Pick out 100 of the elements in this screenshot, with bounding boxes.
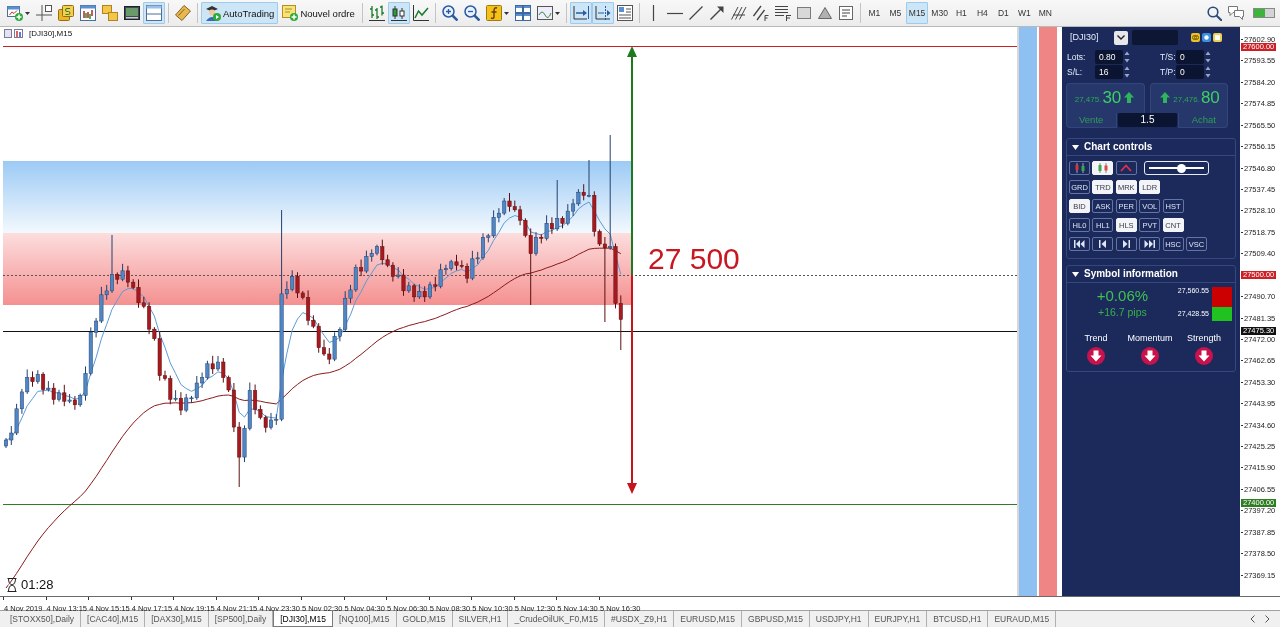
chart-tab[interactable]: GOLD,M15 <box>396 611 453 627</box>
person-icon <box>205 5 221 21</box>
peak-line-icon <box>1120 164 1133 172</box>
toolbar-button[interactable]: D1 <box>992 2 1014 24</box>
toolbar-button[interactable]: M1 <box>863 2 885 24</box>
chart-tab[interactable]: _CrudeOilUK_F0,M15 <box>508 611 606 627</box>
falling-candle <box>72 395 77 411</box>
scroll-left-icon[interactable] <box>1250 615 1255 623</box>
pitchfork-icon <box>730 6 747 20</box>
field-label: T/P: <box>1159 67 1176 77</box>
chart-tab[interactable]: GBPUSD,M15 <box>742 611 810 627</box>
input-field[interactable] <box>1131 30 1178 45</box>
channel-icon <box>752 5 769 21</box>
chart-title: [DJI30],M15 <box>29 29 73 38</box>
candlestick-icon <box>1096 163 1109 173</box>
zoom-slider[interactable] <box>1144 161 1210 175</box>
toolbar-button[interactable]: Nouvel ordre <box>278 2 359 24</box>
control-button[interactable] <box>1115 237 1137 251</box>
rising-candle <box>35 369 40 385</box>
input-field[interactable]: 0.80 <box>1095 50 1123 64</box>
down-arrow-circle-icon <box>1141 347 1159 365</box>
rising-candle <box>428 281 432 300</box>
quote-button[interactable]: 27,476.80 <box>1150 83 1228 113</box>
square-tile-icon[interactable] <box>1213 33 1222 42</box>
chart-tab[interactable]: USDJPY,H1 <box>809 611 869 627</box>
signal-label: Strength <box>1187 333 1221 344</box>
chart-tab[interactable]: EURJPY,H1 <box>868 611 928 627</box>
toolbar-button[interactable]: MN <box>1034 2 1056 24</box>
field-label: Lots: <box>1066 52 1086 62</box>
toolbar-button[interactable]: M15 <box>905 2 929 24</box>
bars-icon <box>1073 163 1086 173</box>
rising-candle <box>46 380 51 393</box>
toolbar-button[interactable]: AutoTrading <box>201 2 279 24</box>
chart-tab[interactable]: [DAX30],M15 <box>145 611 209 627</box>
falling-candle <box>401 268 406 297</box>
toolbar-button[interactable]: H1 <box>950 2 972 24</box>
chart-tab[interactable]: #USDX_Z9,H1 <box>605 611 675 627</box>
input-field[interactable]: 0 <box>1176 65 1204 79</box>
falling-candle <box>51 382 56 406</box>
rising-candle <box>587 159 591 198</box>
volume-field[interactable]: 1.5 <box>1118 113 1177 127</box>
down-arrow-circle-icon <box>1195 347 1213 365</box>
chart-tab[interactable]: EURUSD,M15 <box>674 611 743 627</box>
quote-button[interactable]: 27,475.30 <box>1066 83 1145 113</box>
falling-candle <box>412 283 417 303</box>
control-button[interactable] <box>1139 237 1161 251</box>
tile-windows-icon <box>514 5 531 21</box>
caret-icon <box>503 11 509 15</box>
toolbar-button[interactable]: M30 <box>928 2 951 24</box>
chart-tab[interactable]: [NQ100],M15 <box>333 611 397 627</box>
falling-candle <box>115 271 120 285</box>
toolbar-button[interactable] <box>387 2 410 24</box>
chart-tab[interactable]: SILVER,H1 <box>452 611 509 627</box>
symbol-name: [DJI30] <box>1070 32 1099 43</box>
chart-tab[interactable]: [CAC40],M15 <box>81 611 146 627</box>
toolbar-button[interactable] <box>33 2 55 24</box>
rising-candle <box>417 283 422 300</box>
vertical-line-icon <box>651 5 655 21</box>
section-title[interactable]: Chart controls <box>1084 141 1153 153</box>
falling-candle <box>178 391 183 416</box>
chart-shift-icon <box>594 5 611 21</box>
slider-thumb[interactable] <box>1177 163 1187 173</box>
candlestick-icon <box>390 5 407 21</box>
falling-candle <box>41 371 46 396</box>
falling-candle <box>422 285 427 303</box>
disclosure-triangle-icon[interactable] <box>1072 144 1079 150</box>
dropdown-button[interactable] <box>1113 30 1128 45</box>
pips-change: +16.7 pips <box>1098 305 1147 319</box>
zoom-out-icon <box>463 5 480 21</box>
horizontal-line-icon <box>666 11 683 15</box>
window-icon <box>4 29 12 38</box>
toolbar-button[interactable]: H4 <box>971 2 993 24</box>
line-chart-icon <box>412 5 429 21</box>
note-plus-icon <box>282 5 299 21</box>
toolbar-button[interactable]: M5 <box>884 2 906 24</box>
step-back-icon <box>1099 240 1107 248</box>
field-label: T/S: <box>1159 52 1176 62</box>
skip-start-icon <box>1074 240 1085 248</box>
falling-candle <box>62 384 67 407</box>
rising-candle <box>534 231 538 257</box>
toolbar-button[interactable]: W1 <box>1013 2 1035 24</box>
chart-tab[interactable]: [STOXX50],Daily <box>4 611 82 627</box>
toolbar-button[interactable] <box>569 2 592 24</box>
falling-candle <box>539 233 544 244</box>
section-title[interactable]: Symbol information <box>1084 268 1178 280</box>
link-icon[interactable] <box>1191 33 1200 42</box>
new-chart-icon <box>7 5 23 21</box>
input-field[interactable]: 0 <box>1176 50 1204 64</box>
input-field[interactable]: 16 <box>1095 65 1123 79</box>
template-icon <box>536 5 553 21</box>
falling-candle <box>581 183 586 201</box>
disclosure-triangle-icon[interactable] <box>1072 271 1079 277</box>
chart-tab[interactable]: BTCUSD,H1 <box>927 611 989 627</box>
chart-tab[interactable]: [DJI30],M15 <box>273 611 333 627</box>
circle-tile-icon[interactable] <box>1202 33 1211 42</box>
control-button[interactable] <box>1092 237 1114 251</box>
chart-tab[interactable]: EURAUD,M15 <box>988 611 1057 627</box>
rising-candle <box>120 263 125 282</box>
control-button[interactable] <box>1069 237 1090 251</box>
scroll-right-icon[interactable] <box>1265 615 1270 623</box>
